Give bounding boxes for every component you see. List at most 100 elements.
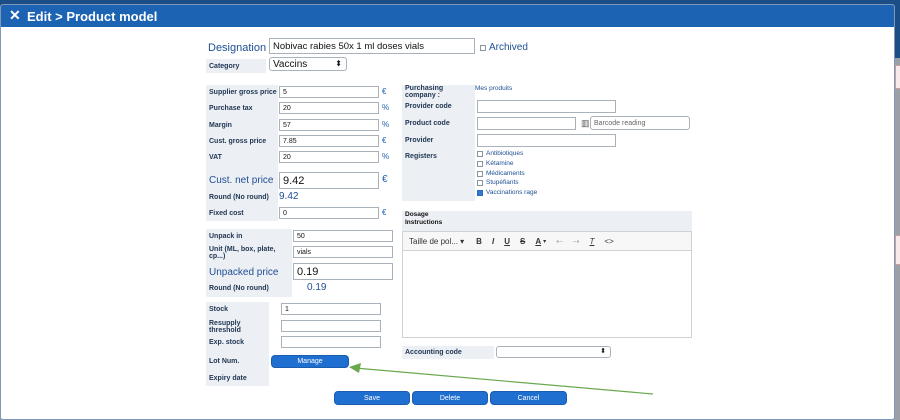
barcode-icon: ▥ bbox=[581, 118, 590, 128]
strikethrough-icon[interactable]: S bbox=[520, 237, 525, 246]
lot-num-label: Lot Num. bbox=[206, 355, 269, 368]
supplier-gross-price-unit: € bbox=[382, 87, 387, 96]
font-size-select[interactable]: Taille de pol... ▾ bbox=[409, 237, 464, 246]
accounting-code-label: Accounting code bbox=[402, 346, 494, 359]
cust-gross-price-input[interactable]: 7.85 bbox=[279, 135, 379, 147]
register-checkbox[interactable] bbox=[477, 170, 483, 177]
stock-input[interactable]: 1 bbox=[281, 303, 381, 315]
dosage-label-line1: Dosage bbox=[405, 211, 429, 218]
vat-input[interactable]: 20 bbox=[279, 151, 379, 163]
barcode-reading-input[interactable]: Barcode reading bbox=[590, 116, 690, 130]
background-edge-element bbox=[895, 65, 900, 89]
supplier-gross-price-label: Supplier gross price bbox=[206, 86, 278, 99]
cust-net-price-input[interactable]: 9.42 bbox=[279, 172, 379, 189]
unit-input[interactable]: vials bbox=[293, 246, 393, 258]
dialog-title: Edit > Product model bbox=[27, 9, 158, 24]
resupply-threshold-input[interactable] bbox=[281, 320, 381, 332]
archived-label: Archived bbox=[489, 42, 528, 53]
unpack-round-label: Round (No round) bbox=[206, 282, 292, 295]
text-color-dropdown-icon[interactable]: ▾ bbox=[543, 238, 546, 245]
supplier-gross-price-input[interactable]: 5 bbox=[279, 86, 379, 98]
category-select[interactable]: Vaccins ⬍ bbox=[269, 57, 347, 71]
designation-input[interactable]: Nobivac rabies 50x 1 ml doses vials bbox=[269, 38, 475, 54]
dosage-label-panel bbox=[402, 211, 692, 231]
unpack-in-input[interactable]: 50 bbox=[293, 230, 393, 242]
exp-stock-input[interactable] bbox=[281, 336, 381, 348]
fixed-cost-label: Fixed cost bbox=[206, 207, 278, 220]
cust-net-price-unit: € bbox=[382, 174, 388, 185]
underline-icon[interactable]: U bbox=[504, 237, 510, 246]
registers-label: Registers bbox=[402, 150, 475, 163]
undo-icon[interactable]: ⇠ bbox=[556, 237, 563, 246]
unit-label: Unit (ML, box, plate, cp...) bbox=[206, 246, 292, 260]
chevron-updown-icon: ⬍ bbox=[335, 59, 342, 68]
stock-label: Stock bbox=[206, 303, 269, 316]
fixed-cost-input[interactable]: 0 bbox=[279, 207, 379, 219]
cust-gross-price-unit: € bbox=[382, 136, 387, 145]
provider-code-input[interactable] bbox=[477, 100, 616, 113]
vat-unit: % bbox=[382, 152, 390, 161]
register-label: Stupéfiants bbox=[486, 179, 519, 186]
edit-product-dialog: ✕ Edit > Product model Designation Nobiv… bbox=[0, 4, 895, 420]
unpack-round-value: 0.19 bbox=[307, 282, 327, 293]
designation-label: Designation bbox=[208, 42, 267, 54]
background-edge-element bbox=[895, 235, 900, 265]
fixed-cost-unit: € bbox=[382, 208, 387, 217]
register-label: Médicaments bbox=[486, 170, 525, 177]
annotation-arrow-line bbox=[354, 367, 654, 395]
provider-label: Provider bbox=[402, 134, 475, 147]
resupply-threshold-label: Resupply threshold bbox=[206, 320, 269, 334]
register-item-vaccinations-rage[interactable]: Vaccinations rage bbox=[477, 189, 537, 196]
redo-icon[interactable]: ⇢ bbox=[573, 237, 580, 246]
register-item-medicaments[interactable]: Médicaments bbox=[477, 170, 525, 177]
accounting-code-select[interactable]: ⬍ bbox=[496, 346, 611, 358]
product-code-label: Product code bbox=[402, 117, 475, 130]
round-value: 9.42 bbox=[279, 191, 299, 202]
register-item-ketamine[interactable]: Kétamine bbox=[477, 160, 513, 167]
register-label: Kétamine bbox=[486, 160, 514, 167]
category-select-value: Vaccins bbox=[273, 58, 308, 70]
annotation-arrow bbox=[349, 363, 654, 395]
dosage-label: Dosage Instructions bbox=[405, 211, 442, 227]
unpacked-price-input[interactable]: 0.19 bbox=[293, 263, 393, 280]
archived-checkbox[interactable]: Archived bbox=[480, 42, 528, 53]
font-size-select-label: Taille de pol... bbox=[409, 236, 458, 246]
provider-code-label: Provider code bbox=[402, 100, 475, 113]
chevron-updown-icon: ⬍ bbox=[600, 348, 606, 355]
purchase-tax-unit: % bbox=[382, 103, 390, 112]
dialog-titlebar: ✕ Edit > Product model bbox=[1, 5, 894, 27]
manage-lots-button[interactable]: Manage bbox=[271, 355, 349, 368]
source-code-icon[interactable]: <> bbox=[604, 237, 613, 246]
margin-unit: % bbox=[382, 120, 390, 129]
text-color-icon[interactable]: A bbox=[535, 237, 541, 246]
editor-toolbar: Taille de pol... ▾ B I U S A ▾ ⇠ ⇢ T <> bbox=[403, 232, 691, 251]
product-code-input[interactable] bbox=[477, 117, 576, 130]
purchase-tax-label: Purchase tax bbox=[206, 102, 278, 115]
cust-net-price-label: Cust. net price bbox=[206, 172, 278, 189]
bold-icon[interactable]: B bbox=[476, 237, 482, 246]
register-item-stupefiants[interactable]: Stupéfiants bbox=[477, 179, 519, 186]
purchasing-company-value: Mes produits bbox=[475, 85, 513, 92]
clear-format-icon[interactable]: T bbox=[590, 237, 595, 246]
cust-gross-price-label: Cust. gross price bbox=[206, 135, 278, 148]
register-checkbox-checked[interactable] bbox=[477, 189, 483, 196]
vat-label: VAT bbox=[206, 151, 278, 164]
archived-checkbox-box[interactable] bbox=[480, 44, 486, 51]
register-checkbox[interactable] bbox=[477, 160, 483, 167]
margin-input[interactable]: 57 bbox=[279, 119, 379, 131]
register-item-antibiotiques[interactable]: Antibiotiques bbox=[477, 150, 523, 157]
chevron-down-icon: ▾ bbox=[460, 236, 465, 246]
margin-label: Margin bbox=[206, 119, 278, 132]
expiry-date-label: Expiry date bbox=[206, 372, 269, 385]
unpack-in-label: Unpack in bbox=[206, 230, 292, 243]
unpacked-price-label: Unpacked price bbox=[206, 264, 292, 281]
register-checkbox[interactable] bbox=[477, 150, 483, 157]
italic-icon[interactable]: I bbox=[492, 237, 494, 246]
category-label: Category bbox=[206, 59, 266, 73]
round-label: Round (No round) bbox=[206, 191, 278, 204]
provider-input[interactable] bbox=[477, 134, 616, 147]
register-checkbox[interactable] bbox=[477, 179, 483, 186]
close-icon[interactable]: ✕ bbox=[9, 7, 21, 24]
register-label: Vaccinations rage bbox=[486, 189, 538, 196]
purchase-tax-input[interactable]: 20 bbox=[279, 102, 379, 114]
